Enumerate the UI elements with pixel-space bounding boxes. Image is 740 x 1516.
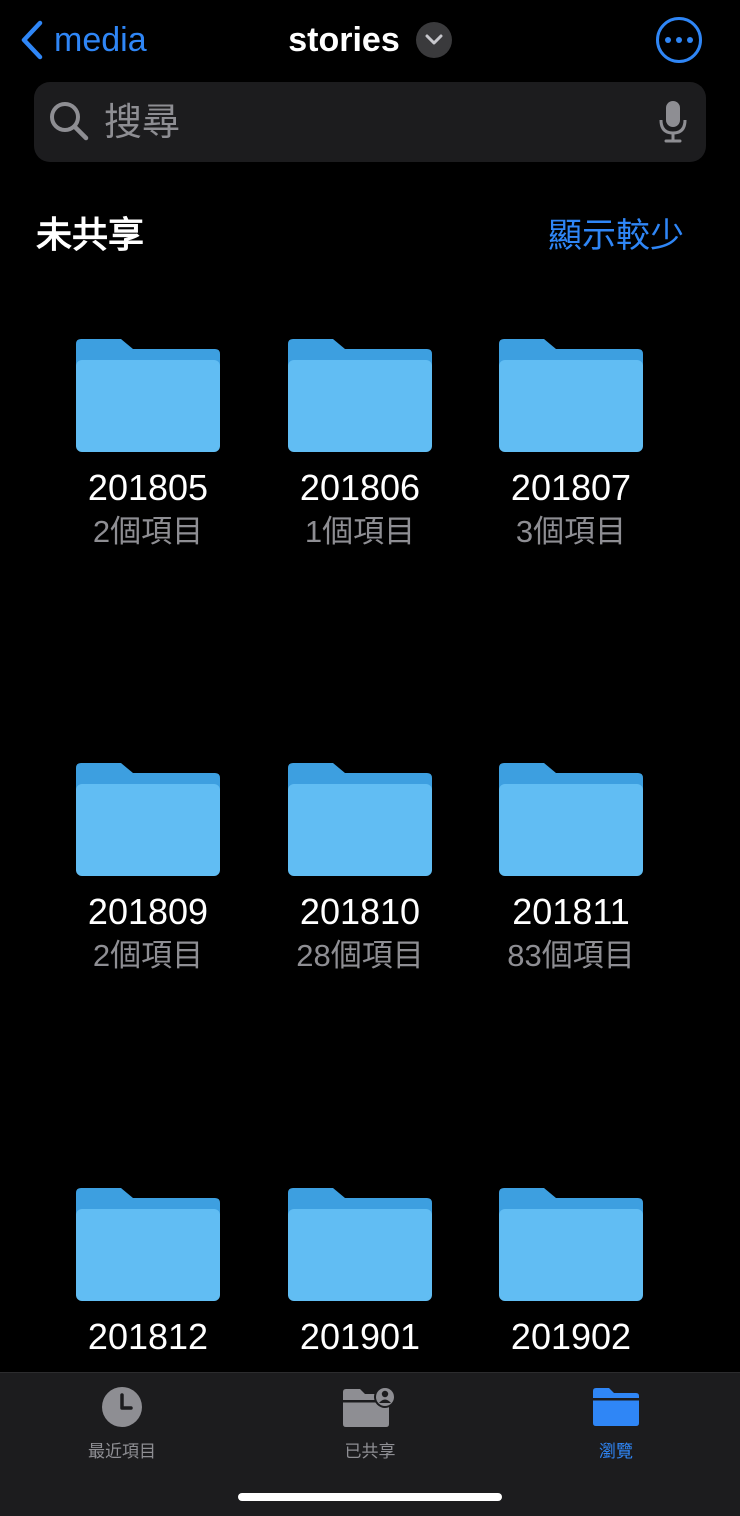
folder-name: 201807 (510, 467, 632, 508)
folder-count: 83個項目 (507, 938, 635, 973)
home-indicator[interactable] (238, 1493, 502, 1501)
folder-item[interactable]: 201812 (42, 1187, 254, 1363)
section-title: 未共享 (36, 214, 145, 255)
tab-recents[interactable]: 最近項目 (42, 1373, 202, 1483)
page-title[interactable]: stories (288, 21, 400, 60)
folder-item[interactable]: 201811 83個項目 (465, 762, 677, 974)
folder-item[interactable]: 201807 3個項目 (465, 338, 677, 550)
tab-label: 瀏覽 (599, 1442, 633, 1461)
show-less-button[interactable]: 顯示較少 (548, 208, 684, 257)
search-input[interactable] (102, 96, 666, 150)
folder-name: 201812 (87, 1316, 209, 1357)
folder-count: 2個項目 (92, 514, 204, 549)
folder-icon (499, 763, 643, 876)
folder-name: 201902 (510, 1316, 632, 1357)
tab-label: 已共享 (344, 1442, 396, 1461)
folder-count: 2個項目 (92, 938, 204, 973)
folder-icon (499, 1188, 643, 1301)
folder-icon (76, 763, 220, 876)
more-button[interactable] (656, 17, 702, 63)
title-menu-button[interactable] (415, 22, 452, 58)
search-bar[interactable] (34, 82, 706, 162)
tab-label: 最近項目 (88, 1442, 156, 1461)
folder-name: 201805 (87, 467, 209, 508)
folder-icon (76, 339, 220, 452)
navigation-bar: media stories (0, 0, 740, 80)
folder-count: 28個項目 (296, 938, 424, 973)
shared-folder-icon (343, 1386, 396, 1427)
folder-name: 201811 (512, 891, 630, 932)
folder-icon (499, 339, 643, 452)
folder-item[interactable]: 201902 (465, 1187, 677, 1363)
folder-icon (76, 1188, 220, 1301)
microphone-icon[interactable] (658, 100, 688, 144)
search-icon (50, 102, 89, 141)
folder-item[interactable]: 201806 1個項目 (254, 338, 466, 550)
ellipsis-icon (665, 37, 671, 43)
folder-name: 201806 (299, 467, 421, 508)
folder-count: 1個項目 (304, 514, 416, 549)
folder-icon (593, 1388, 639, 1426)
folder-icon (288, 1188, 432, 1301)
folder-name: 201810 (299, 891, 421, 932)
folder-item[interactable]: 201809 2個項目 (42, 762, 254, 974)
folder-item[interactable]: 201901 (254, 1187, 466, 1363)
folder-name: 201901 (299, 1316, 421, 1357)
folder-icon (288, 339, 432, 452)
folder-count: 3個項目 (515, 514, 627, 549)
clock-icon (102, 1387, 142, 1427)
chevron-down-icon (425, 34, 443, 45)
folder-item[interactable]: 201805 2個項目 (42, 338, 254, 550)
folder-name: 201809 (87, 891, 209, 932)
folder-icon (288, 763, 432, 876)
tab-browse[interactable]: 瀏覽 (536, 1373, 696, 1483)
folder-item[interactable]: 201810 28個項目 (254, 762, 466, 974)
tab-shared[interactable]: 已共享 (290, 1373, 450, 1483)
